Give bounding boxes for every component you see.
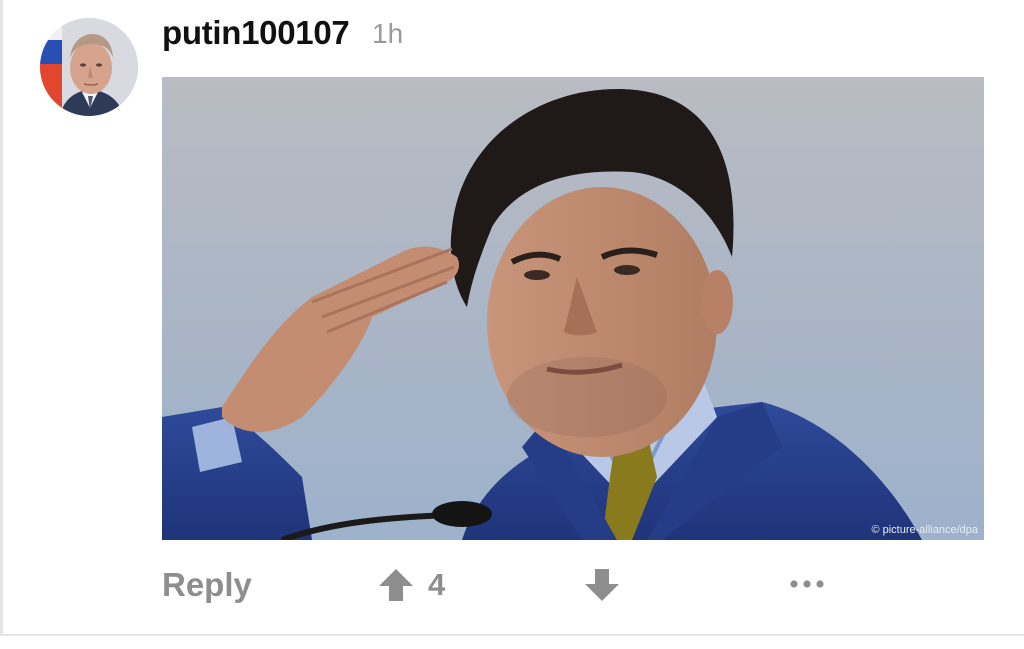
comment-image[interactable]: © picture-alliance/dpa bbox=[162, 77, 984, 540]
screen: putin100107 1h © picture-alliance/dpa Re… bbox=[0, 0, 1024, 649]
arrow-up-icon bbox=[379, 569, 413, 601]
avatar-image bbox=[40, 18, 138, 116]
more-options-button[interactable] bbox=[788, 577, 826, 591]
arrow-down-icon bbox=[585, 569, 619, 601]
more-horizontal-icon bbox=[790, 580, 824, 588]
photo-illustration bbox=[162, 77, 984, 540]
downvote-button[interactable] bbox=[584, 568, 620, 602]
username[interactable]: putin100107 bbox=[162, 12, 350, 54]
timestamp: 1h bbox=[372, 18, 404, 49]
comment-card: putin100107 1h © picture-alliance/dpa Re… bbox=[0, 0, 1024, 634]
next-comment-area bbox=[0, 636, 1024, 649]
vote-count: 4 bbox=[428, 567, 446, 602]
reply-button[interactable]: Reply bbox=[162, 563, 252, 607]
upvote-button[interactable] bbox=[378, 568, 414, 602]
avatar[interactable] bbox=[40, 18, 138, 116]
comment-actions: Reply 4 bbox=[0, 555, 1024, 617]
photo-credit: © picture-alliance/dpa bbox=[871, 524, 978, 536]
